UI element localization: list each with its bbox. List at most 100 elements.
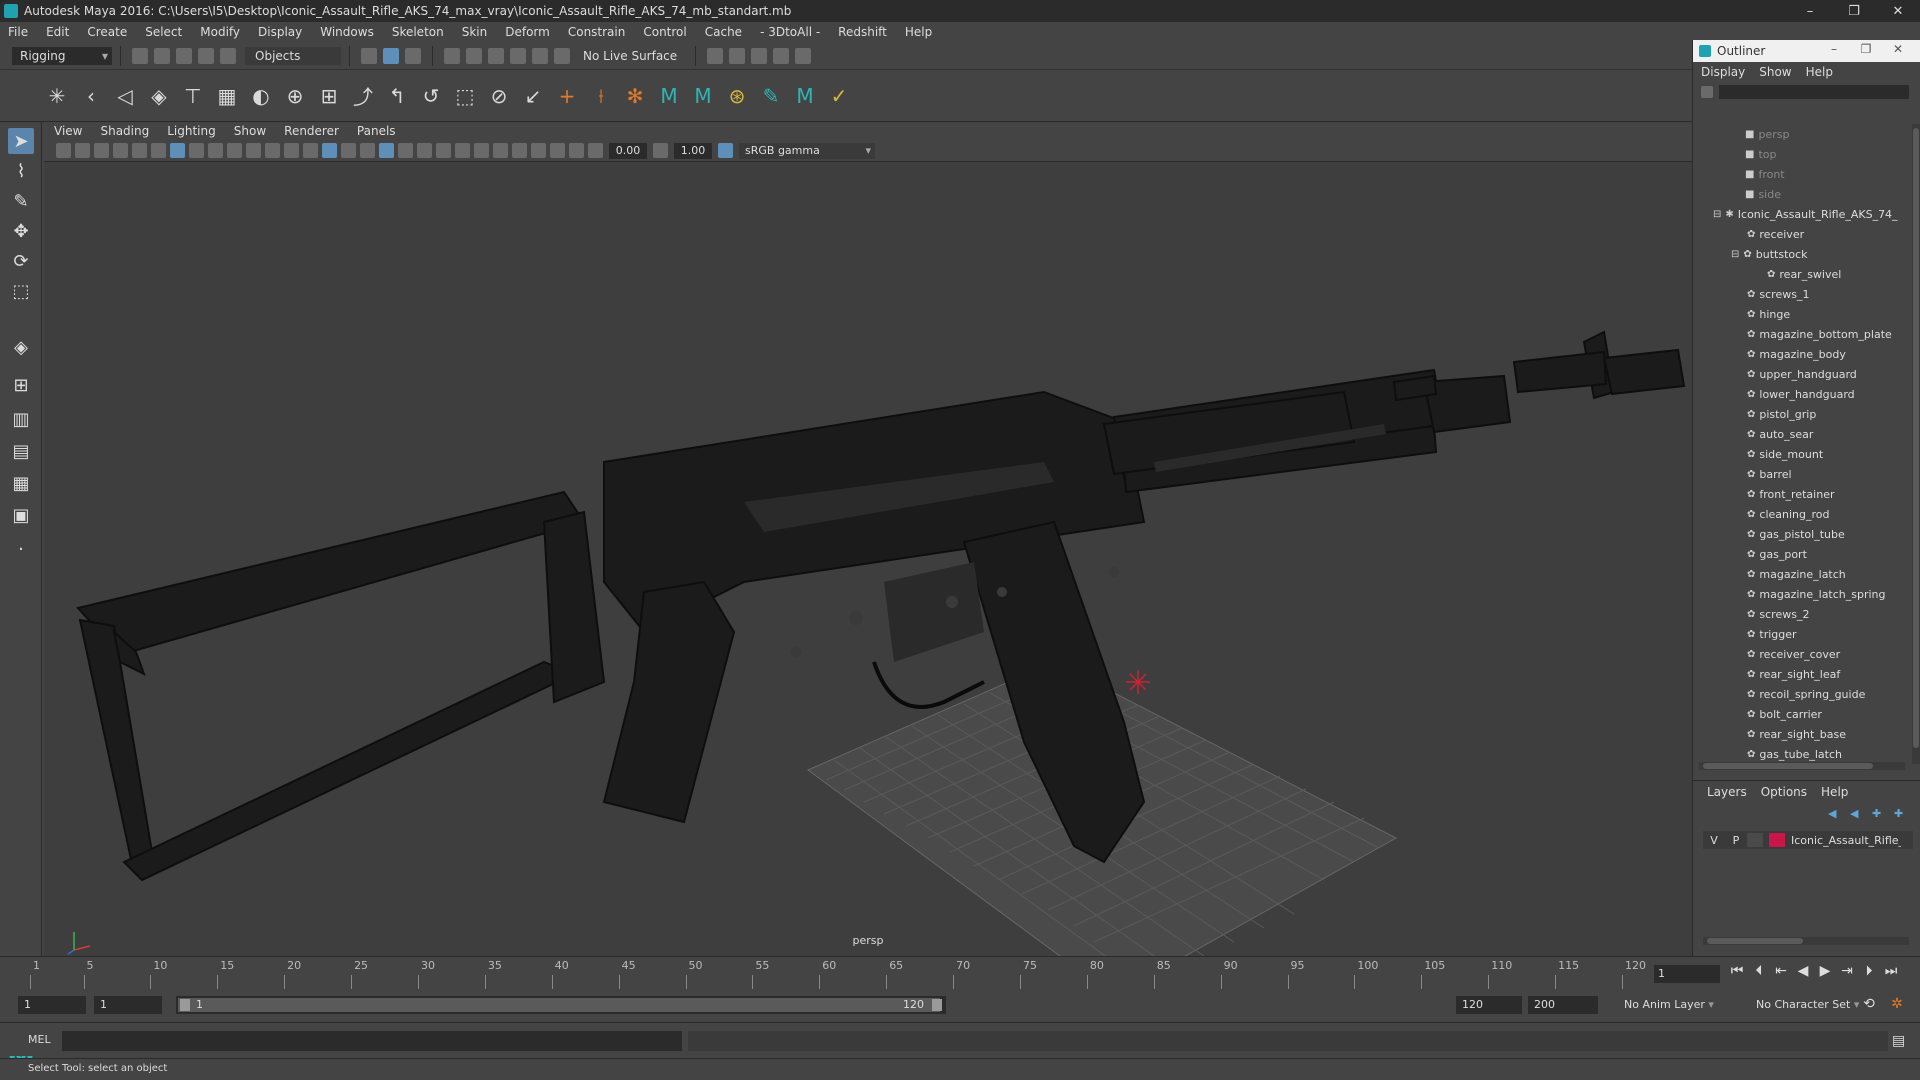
menu-skeleton[interactable]: Skeleton	[392, 25, 444, 39]
2d-pan-zoom-icon[interactable]	[151, 143, 166, 158]
grid-icon[interactable]	[170, 143, 185, 158]
paint-weights-icon[interactable]: ✻	[622, 83, 648, 109]
outliner-item[interactable]: ✿ screws_1	[1747, 284, 1809, 304]
four-view-layout-icon[interactable]: ⊞	[8, 372, 34, 398]
viewport-menu-panels[interactable]: Panels	[357, 124, 396, 138]
scene-view[interactable]	[44, 162, 1692, 956]
snap-surface-icon[interactable]	[532, 47, 548, 64]
outliner-item-root[interactable]: ⊟ ✱ Iconic_Assault_Rifle_AKS_74_	[1713, 204, 1898, 224]
menu-edit[interactable]: Edit	[46, 25, 69, 39]
character-set-select[interactable]: No Character Set	[1756, 996, 1859, 1014]
layer-horizontal-scrollbar[interactable]	[1703, 937, 1909, 945]
outliner-item[interactable]: ✿ gas_pistol_tube	[1747, 524, 1845, 544]
outliner-item[interactable]: ✿ recoil_spring_guide	[1747, 684, 1865, 704]
menu-deform[interactable]: Deform	[505, 25, 550, 39]
xray-joints-icon[interactable]	[569, 143, 584, 158]
open-scene-icon[interactable]	[154, 47, 170, 64]
scale-tool-icon[interactable]: ⬚	[8, 278, 34, 304]
animation-end-field[interactable]: 200	[1528, 996, 1598, 1014]
resolution-gate-icon[interactable]	[208, 143, 223, 158]
bookmark-icon[interactable]	[94, 143, 109, 158]
outliner-item[interactable]: ⊟ ✿ buttstock	[1731, 244, 1808, 264]
go-to-start-icon[interactable]: ⏮	[1726, 963, 1748, 979]
maximize-button[interactable]: ❐	[1832, 0, 1876, 22]
redo-icon[interactable]	[220, 47, 236, 64]
outliner-vertical-scrollbar[interactable]	[1912, 124, 1920, 764]
select-tool-icon[interactable]: ➤	[8, 128, 34, 154]
auto-keyframe-icon[interactable]: ⟲	[1860, 996, 1878, 1014]
undo-icon[interactable]	[198, 47, 214, 64]
render-view-icon[interactable]	[707, 47, 724, 64]
outliner-search-input[interactable]	[1719, 85, 1909, 99]
wireframe-on-shaded-icon[interactable]	[360, 143, 375, 158]
paint-select-tool-icon[interactable]: ✎	[8, 188, 34, 214]
outliner-item-camera[interactable]: ■ front	[1745, 164, 1785, 184]
layer-row[interactable]: V P Iconic_Assault_Rifle_AKS_74	[1703, 831, 1913, 849]
step-back-key-icon[interactable]: ⇤	[1770, 963, 1792, 979]
two-pane-layout-icon[interactable]: ▥	[8, 406, 34, 432]
outliner-item[interactable]: ✿ front_retainer	[1747, 484, 1834, 504]
play-backwards-icon[interactable]: ◀	[1792, 963, 1814, 979]
scrollbar-thumb[interactable]	[1707, 938, 1803, 944]
select-by-hierarchy-icon[interactable]	[361, 47, 377, 64]
view-transform-select[interactable]: sRGB gamma	[739, 142, 875, 159]
move-layer-up-icon[interactable]: ◀	[1828, 807, 1842, 820]
menu-3dtoall[interactable]: - 3DtoAll -	[760, 25, 820, 39]
outliner-item[interactable]: ✿ gas_port	[1747, 544, 1807, 564]
smooth-shade-icon[interactable]	[322, 143, 337, 158]
play-forwards-icon[interactable]: ▶	[1814, 963, 1836, 979]
render-frame-icon[interactable]	[729, 47, 746, 64]
range-end-handle[interactable]	[932, 999, 942, 1011]
parent-constraint-icon[interactable]: ⊘	[486, 83, 512, 109]
menu-cache[interactable]: Cache	[705, 25, 742, 39]
close-button[interactable]: ✕	[1876, 0, 1920, 22]
menu-control[interactable]: Control	[643, 25, 686, 39]
viewport-menu-view[interactable]: View	[54, 124, 82, 138]
layer-visibility-toggle[interactable]: V	[1703, 834, 1725, 847]
outliner-item[interactable]: ✿ receiver_cover	[1747, 644, 1840, 664]
check-icon[interactable]: ✓	[826, 83, 852, 109]
xray-active-icon[interactable]	[550, 143, 565, 158]
rotate-tool-icon[interactable]: ⟳	[8, 248, 34, 274]
viewport-menu-show[interactable]: Show	[234, 124, 266, 138]
outliner-item[interactable]: ✿ screws_2	[1747, 604, 1809, 624]
outliner-item[interactable]: ✿ lower_handguard	[1747, 384, 1855, 404]
lattice-icon[interactable]: ◐	[248, 83, 274, 109]
outliner-item[interactable]: ✿ magazine_bottom_plate	[1747, 324, 1892, 344]
animation-preferences-icon[interactable]: ✲	[1888, 996, 1906, 1014]
cluster-icon[interactable]: ▦	[214, 83, 240, 109]
snap-view-plane-icon[interactable]	[510, 47, 526, 64]
joint-tool-icon[interactable]: ✳	[44, 83, 70, 109]
select-camera-icon[interactable]	[56, 143, 71, 158]
outliner-item[interactable]: ✿ pistol_grip	[1747, 404, 1816, 424]
mirror-joint-icon[interactable]: ⊤	[180, 83, 206, 109]
outliner-item-camera[interactable]: ■ side	[1745, 184, 1781, 204]
outliner-item[interactable]: ✿ gas_tube_latch	[1747, 744, 1842, 764]
outliner-item[interactable]: ✿ magazine_latch	[1747, 564, 1846, 584]
outliner-maximize-button[interactable]: ❐	[1850, 42, 1882, 56]
outliner-item[interactable]: ✿ rear_sight_leaf	[1747, 664, 1840, 684]
outliner-horizontal-scrollbar[interactable]	[1699, 762, 1905, 770]
menu-file[interactable]: File	[8, 25, 28, 39]
scrollbar-thumb[interactable]	[1703, 763, 1873, 769]
current-frame-field[interactable]: 1	[1654, 965, 1720, 983]
select-by-component-icon[interactable]	[405, 47, 421, 64]
shadows-icon[interactable]	[417, 143, 432, 158]
persp-outliner-layout-icon[interactable]: ▤	[8, 438, 34, 464]
use-all-lights-icon[interactable]	[398, 143, 413, 158]
blend-shape-icon[interactable]: ⊛	[724, 83, 750, 109]
layer-playback-toggle[interactable]: P	[1725, 834, 1747, 847]
script-editor-icon[interactable]: ▤	[1892, 1033, 1908, 1049]
humanik-icon[interactable]: M	[656, 83, 682, 109]
single-perspective-layout-icon[interactable]: ◈	[8, 334, 34, 360]
go-to-end-icon[interactable]: ⏭	[1880, 963, 1902, 979]
pole-vector-icon[interactable]: ↙	[520, 83, 546, 109]
collapse-icon[interactable]: ⊟	[1731, 249, 1739, 260]
point-constraint-icon[interactable]: ⤴	[350, 83, 376, 109]
insert-joint-icon[interactable]: ◈	[146, 83, 172, 109]
viewport-menu-renderer[interactable]: Renderer	[284, 124, 339, 138]
outliner-menu-help[interactable]: Help	[1806, 65, 1833, 79]
step-forward-frame-icon[interactable]: ⏵	[1858, 963, 1880, 979]
menu-skin[interactable]: Skin	[462, 25, 488, 39]
depth-of-field-icon[interactable]	[493, 143, 508, 158]
